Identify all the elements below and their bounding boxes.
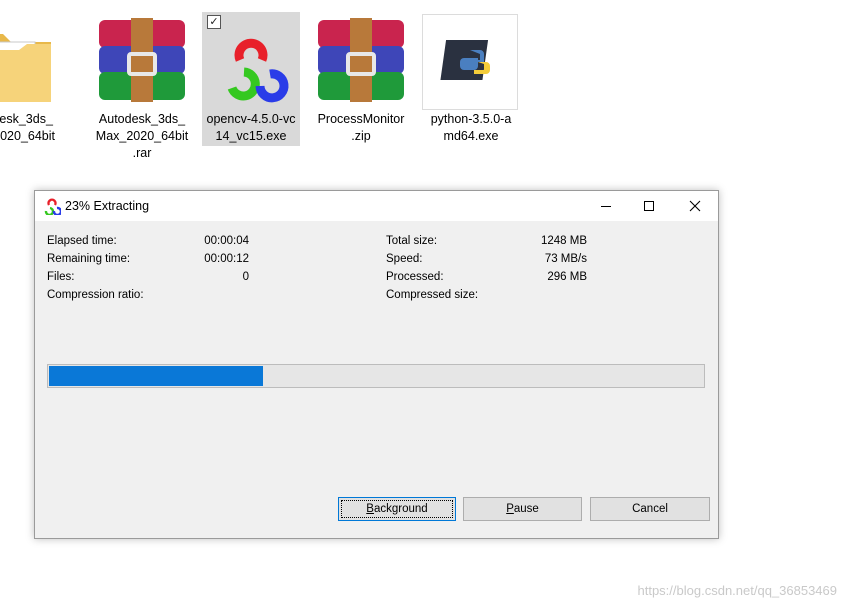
file-python-exe[interactable]: python-3.5.0-a md64.exe [422, 12, 520, 146]
close-button[interactable] [672, 191, 718, 221]
file-label: utodesk_3ds_ ax_2020_64bit [0, 112, 56, 143]
total-size-label: Total size: [386, 235, 438, 247]
watermark-url: https://blog.csdn.net/qq_36853469 [637, 583, 838, 598]
opencv-app-icon [44, 198, 61, 215]
progress-fill [49, 366, 264, 386]
file-processmonitor-zip[interactable]: ProcessMonitor .zip [312, 12, 410, 146]
minimize-button[interactable] [583, 191, 629, 221]
extract-dialog: 23% Extracting Elapsed time: 00:00:04 Re… [34, 190, 719, 539]
file-label: opencv-4.5.0-vc 14_vc15.exe [206, 112, 296, 143]
file-autodesk-rar[interactable]: Autodesk_3ds_ Max_2020_64bit .rar [93, 12, 191, 160]
pause-button[interactable]: Pause [463, 497, 582, 521]
python-installer-icon [440, 40, 490, 80]
file-label: ProcessMonitor .zip [317, 112, 405, 143]
folder-icon [0, 34, 51, 102]
processed-label: Processed: [386, 271, 444, 283]
file-label: Autodesk_3ds_ Max_2020_64bit .rar [95, 112, 189, 160]
speed-value: 73 MB/s [544, 253, 587, 265]
opencv-logo-icon [227, 38, 289, 103]
maximize-icon [644, 201, 654, 211]
compressed-size-label: Compressed size: [386, 289, 479, 301]
total-size-value: 1248 MB [540, 235, 587, 247]
background-mnemonic: B [366, 503, 374, 515]
files-label: Files: [47, 271, 75, 283]
window-title: 23% Extracting [65, 199, 150, 213]
files-value: 0 [242, 271, 249, 283]
pause-button-label: ause [513, 503, 539, 515]
file-label: python-3.5.0-a md64.exe [430, 112, 512, 143]
winrar-archive-icon [318, 18, 404, 102]
pause-mnemonic: P [506, 503, 514, 515]
speed-label: Speed: [386, 253, 423, 265]
maximize-button[interactable] [626, 191, 672, 221]
elapsed-time-label: Elapsed time: [47, 235, 117, 247]
file-autodesk-folder[interactable]: utodesk_3ds_ ax_2020_64bit [0, 12, 63, 146]
extraction-progress-bar [47, 364, 705, 388]
elapsed-time-value: 00:00:04 [204, 235, 249, 247]
file-opencv-exe[interactable]: ✓ opencv-4.5.0-vc 14_vc15.exe [202, 12, 300, 146]
processed-value: 296 MB [547, 271, 587, 283]
title-bar[interactable]: 23% Extracting [35, 191, 718, 221]
winrar-archive-icon [99, 18, 185, 102]
cancel-button-label: Cancel [632, 503, 668, 515]
background-button-label: ackground [373, 503, 428, 515]
background-button[interactable]: Background [338, 497, 456, 521]
close-icon [689, 200, 701, 212]
remaining-time-value: 00:00:12 [204, 253, 249, 265]
remaining-time-label: Remaining time: [47, 253, 131, 265]
minimize-icon [601, 206, 611, 207]
cancel-button[interactable]: Cancel [590, 497, 710, 521]
compression-ratio-label: Compression ratio: [47, 289, 144, 301]
